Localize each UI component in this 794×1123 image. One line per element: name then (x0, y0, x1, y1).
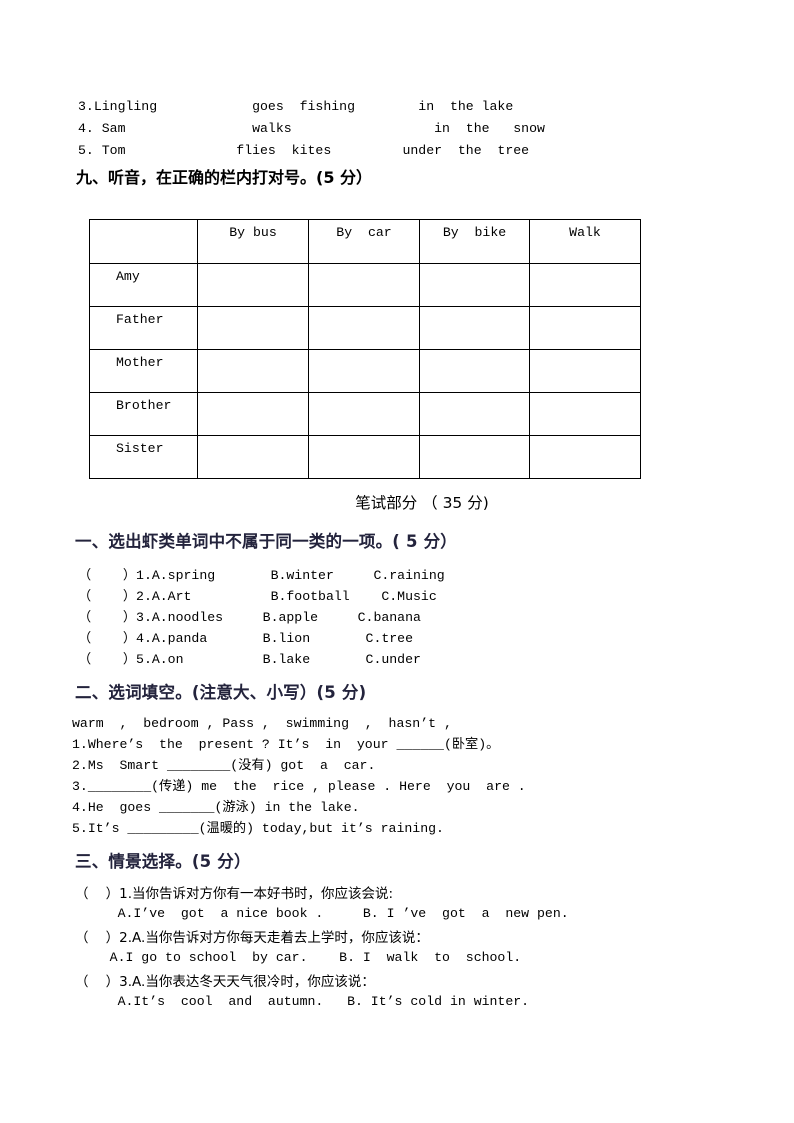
section-two-item-1[interactable]: 1.Where’s the present ? It’s in your ___… (72, 734, 499, 756)
section-three-item-1-prompt[interactable]: （ ）1.当你告诉对方你有一本好书时，你应该会说: (75, 882, 393, 902)
table-answer-cell[interactable] (197, 392, 309, 436)
table-row-label-cell: Amy (89, 263, 198, 307)
table-header-label: By bike (442, 225, 507, 240)
section-two-item-3[interactable]: 3.________(传递) me the rice , please . He… (72, 776, 526, 798)
table-row: Sister (89, 435, 641, 479)
table-answer-cell[interactable] (308, 435, 420, 479)
table-header-label: By car (336, 225, 392, 240)
table-corner-label (90, 220, 197, 225)
section-two-heading: 二、选词填空。(注意大、小写）(5 分) (75, 683, 367, 702)
table-row-label: Father (116, 312, 164, 327)
table-answer-cell[interactable] (529, 435, 641, 479)
table-answer-cell[interactable] (419, 349, 530, 393)
table-row-label-cell: Brother (89, 392, 198, 436)
table-answer-cell[interactable] (419, 435, 530, 479)
table-row-label-cell: Mother (89, 349, 198, 393)
table-answer-cell[interactable] (529, 263, 641, 307)
table-answer-cell[interactable] (308, 349, 420, 393)
table-answer-cell[interactable] (529, 392, 641, 436)
table-answer-cell[interactable] (308, 263, 420, 307)
section-one-heading: 一、选出虾类单词中不属于同一类的一项。( 5 分） (75, 532, 458, 551)
section-one-item-5[interactable]: （ ）5.A.on B.lake C.under (78, 649, 421, 671)
listening-check-table: By bus By car By bike Walk Amy Father Mo… (89, 219, 641, 479)
section-three-item-2-options[interactable]: A.I go to school by car. B. I walk to sc… (78, 947, 522, 969)
section-two-item-5[interactable]: 5.It’s _________(温暖的) today,but it’s rai… (72, 818, 444, 840)
table-row: Amy (89, 263, 641, 307)
section-one-item-3[interactable]: （ ）3.A.noodles B.apple C.banana (78, 607, 421, 629)
table-header-by-bike: By bike (419, 219, 530, 264)
table-row-label: Sister (116, 441, 164, 456)
table-answer-cell[interactable] (529, 306, 641, 350)
table-header-label: By bus (229, 225, 277, 240)
section-one-item-4[interactable]: （ ）4.A.panda B.lion C.tree (78, 628, 413, 650)
table-row-label-cell: Sister (89, 435, 198, 479)
section-three-item-1-options[interactable]: A.I’ve got a nice book . B. I ’ve got a … (78, 903, 569, 925)
listening-item-5: 5. Tom flies kites under the tree (78, 143, 530, 158)
table-header-walk: Walk (529, 219, 641, 264)
section-three-item-3-options[interactable]: A.It’s cool and autumn. B. It’s cold in … (78, 991, 530, 1013)
table-row-label: Brother (116, 398, 172, 413)
table-corner-cell (89, 219, 198, 264)
table-row: Brother (89, 392, 641, 436)
section-two-item-2[interactable]: 2.Ms Smart ________(没有) got a car. (72, 755, 375, 777)
listening-item-3: 3.Lingling goes fishing in the lake (78, 99, 514, 114)
table-answer-cell[interactable] (529, 349, 641, 393)
table-header-by-bus: By bus (197, 219, 309, 264)
exam-page: 3.Lingling goes fishing in the lake 4. S… (0, 0, 794, 1123)
table-answer-cell[interactable] (197, 263, 309, 307)
table-answer-cell[interactable] (197, 435, 309, 479)
table-row: Mother (89, 349, 641, 393)
table-answer-cell[interactable] (419, 392, 530, 436)
table-answer-cell[interactable] (197, 306, 309, 350)
section-three-item-2-prompt[interactable]: （ ）2.A.当你告诉对方你每天走着去上学时，你应该说： (75, 926, 429, 946)
table-answer-cell[interactable] (197, 349, 309, 393)
section-two-item-4[interactable]: 4.He goes _______(游泳) in the lake. (72, 797, 360, 819)
table-header-label: Walk (569, 225, 601, 240)
table-answer-cell[interactable] (419, 306, 530, 350)
section-nine-heading: 九、听音，在正确的栏内打对号。(5 分） (76, 168, 373, 187)
section-one-item-2[interactable]: （ ）2.A.Art B.football C.Music (78, 586, 437, 608)
table-row-label: Amy (116, 269, 140, 284)
written-part-title: 笔试部分 （ 35 分) (355, 494, 489, 512)
listening-item-4: 4. Sam walks in the snow (78, 121, 545, 136)
table-answer-cell[interactable] (308, 392, 420, 436)
section-two-word-bank: warm , bedroom , Pass , swimming , hasn’… (72, 716, 452, 731)
table-header-by-car: By car (308, 219, 420, 264)
table-header-row: By bus By car By bike Walk (89, 219, 641, 264)
table-answer-cell[interactable] (308, 306, 420, 350)
table-answer-cell[interactable] (419, 263, 530, 307)
table-row: Father (89, 306, 641, 350)
section-three-item-3-prompt[interactable]: （ ）3.A.当你表达冬天天气很冷时，你应该说： (75, 970, 375, 990)
table-row-label-cell: Father (89, 306, 198, 350)
section-three-heading: 三、情景选择。(5 分） (75, 852, 251, 871)
table-row-label: Mother (116, 355, 164, 370)
section-one-item-1[interactable]: （ ）1.A.spring B.winter C.raining (78, 565, 445, 587)
